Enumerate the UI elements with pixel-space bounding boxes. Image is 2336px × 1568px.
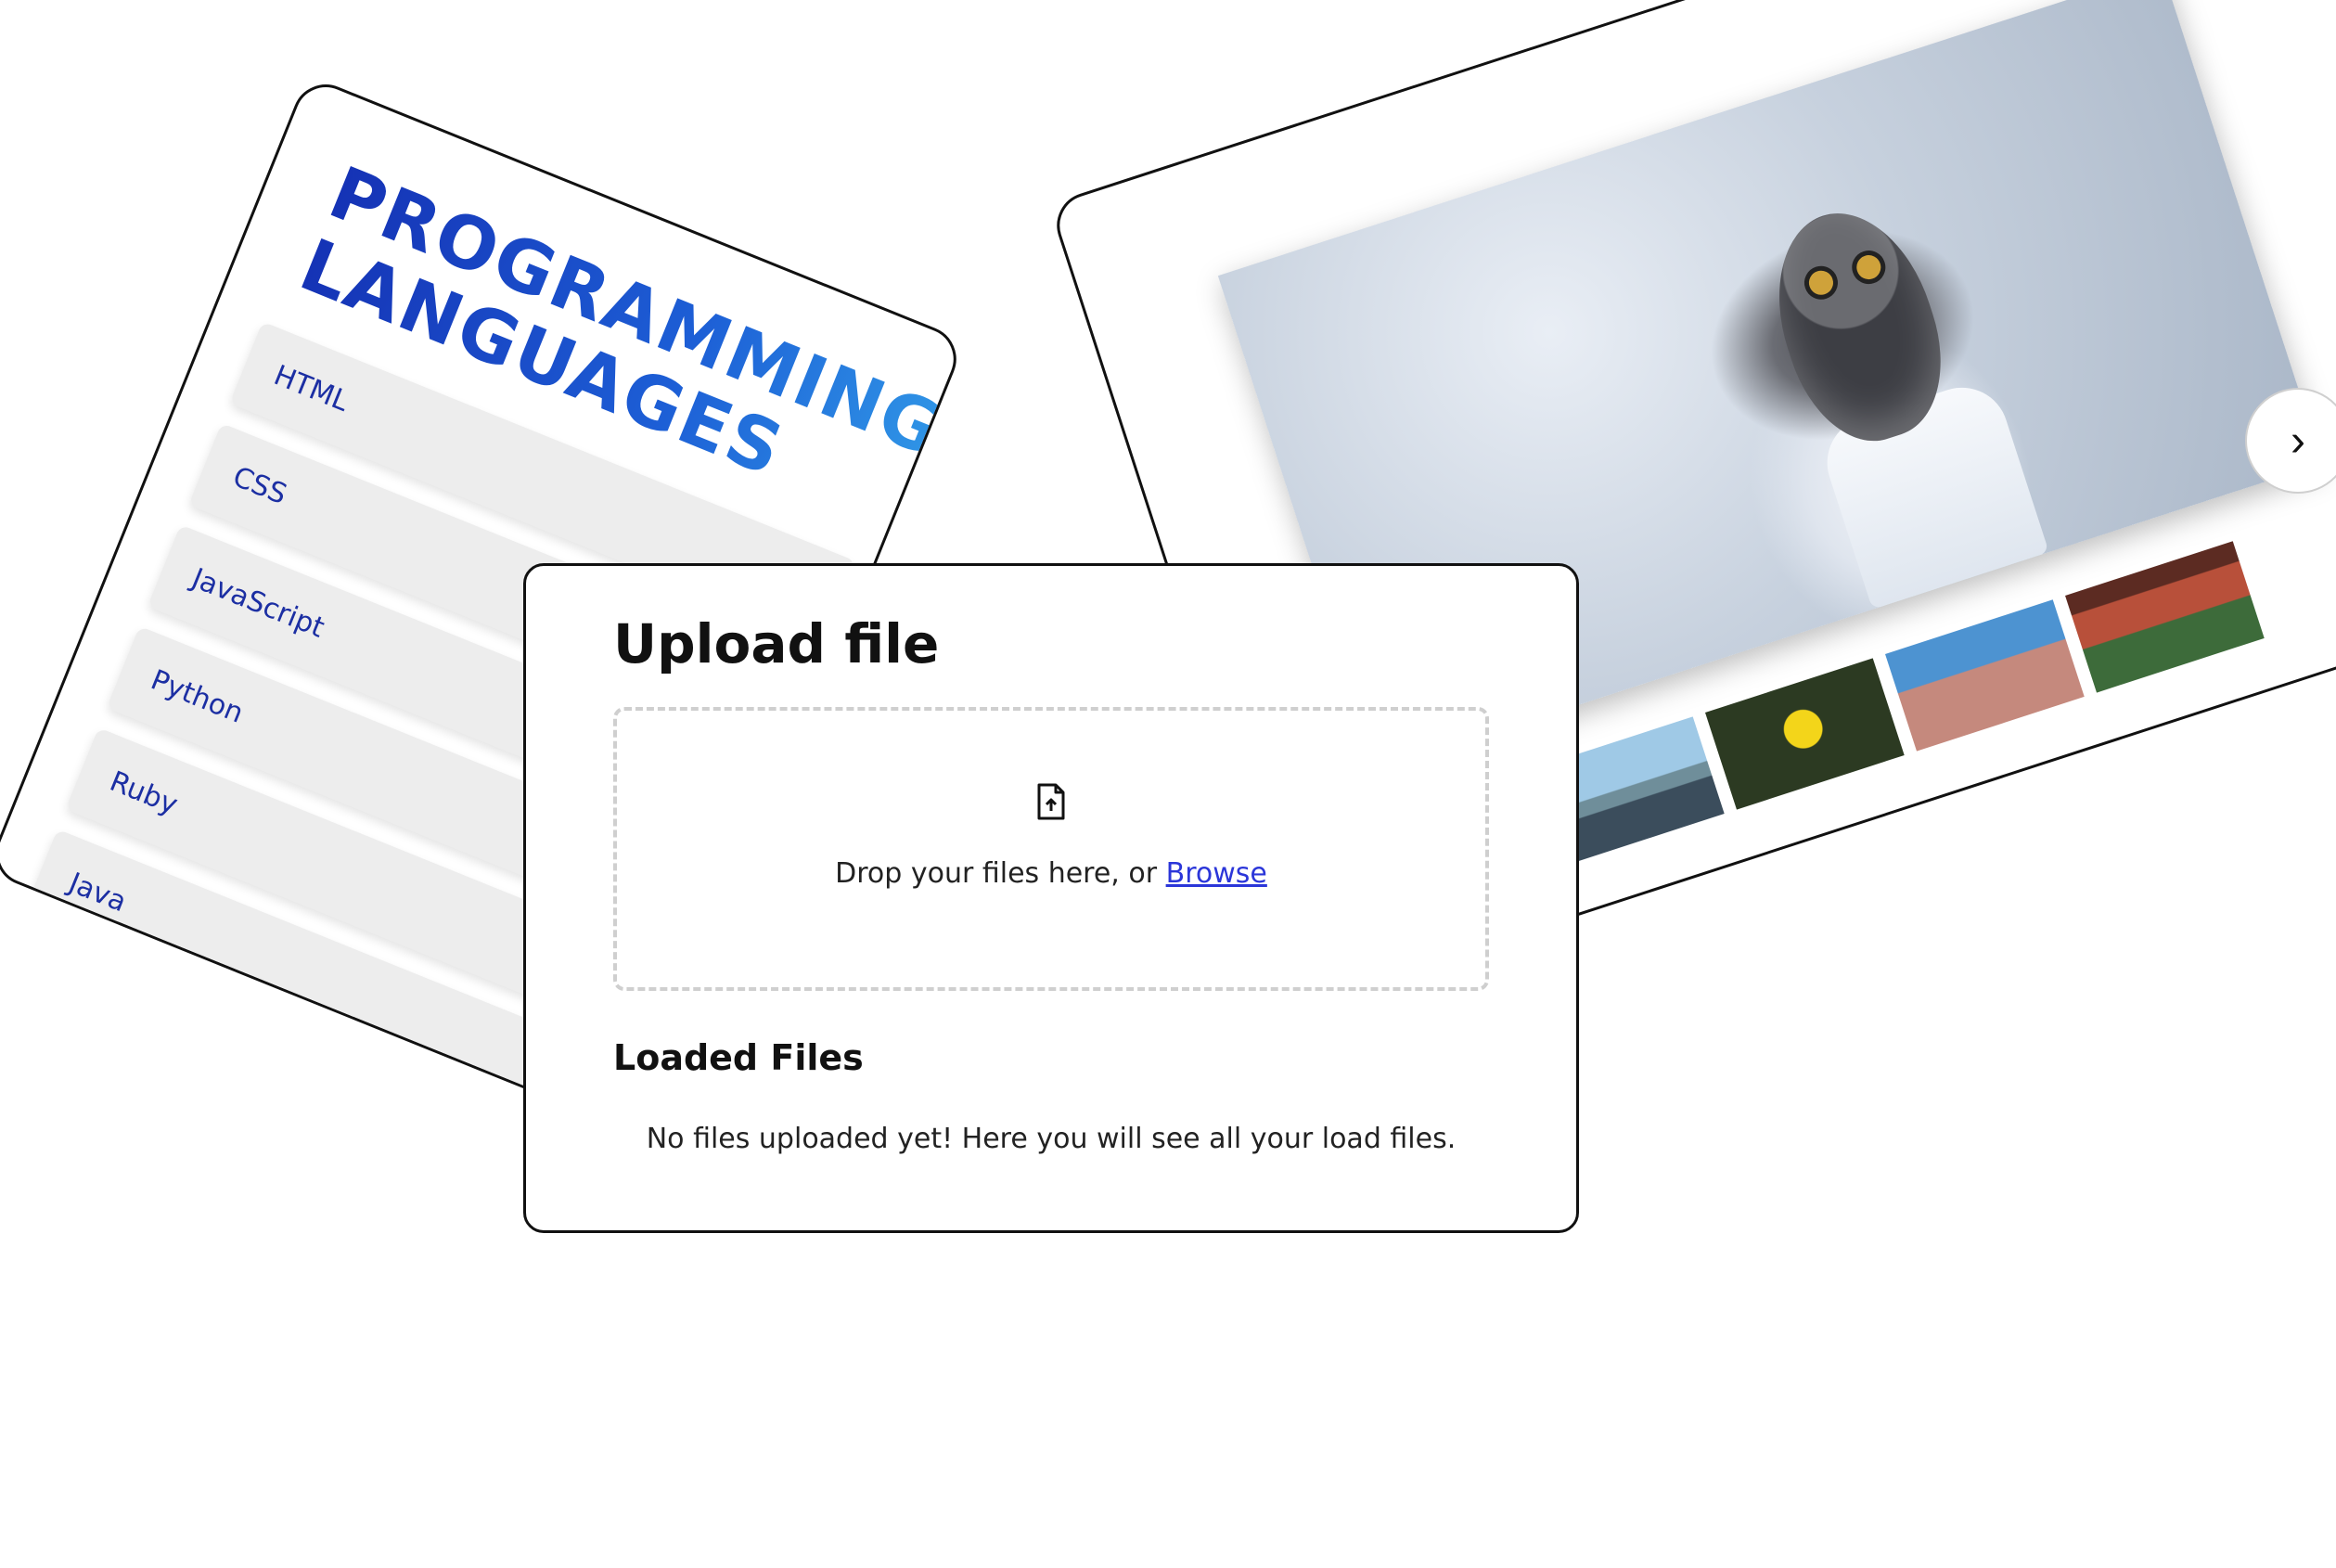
dropzone[interactable]: Drop your files here, or Browse (613, 707, 1489, 991)
chevron-right-icon: › (2291, 416, 2305, 466)
list-item-label: CSS (228, 460, 291, 512)
empty-files-message: No files uploaded yet! Here you will see… (646, 1123, 1457, 1155)
list-item-label: Python (146, 663, 249, 730)
upload-dialog: Upload file Drop your files here, or Bro… (523, 563, 1579, 1233)
owl-eye (1847, 246, 1890, 289)
drop-instructions: Drop your files here, or Browse (617, 857, 1485, 890)
file-upload-icon (1037, 783, 1065, 820)
list-item-label: HTML (269, 359, 353, 418)
list-item-label: Ruby (105, 765, 183, 822)
list-item-label: Java (64, 867, 132, 919)
loaded-files-title: Loaded Files (613, 1037, 864, 1078)
thumbnail-beach[interactable] (1885, 599, 2085, 752)
thumbnail-bird[interactable] (1705, 658, 1905, 810)
drop-text: Drop your files here, or (835, 857, 1166, 890)
owl-eye (1800, 262, 1842, 304)
thumbnail-rocks[interactable] (2065, 541, 2265, 693)
upload-title: Upload file (613, 612, 940, 675)
browse-link[interactable]: Browse (1166, 857, 1267, 890)
list-item-label: JavaScript (186, 561, 329, 645)
